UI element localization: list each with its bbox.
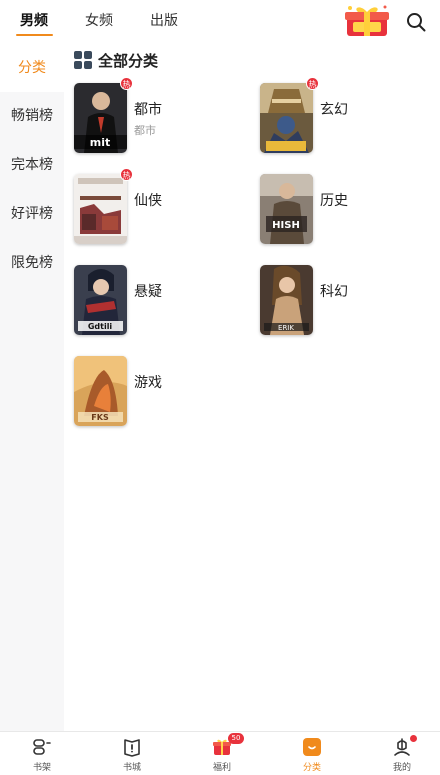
grid-icon [74,51,92,69]
svg-text:FKS: FKS [91,413,109,422]
book-cover: HISH [260,174,313,244]
gift-box-icon[interactable] [344,4,390,38]
category-card-urban[interactable]: mit 热 都市 都市 [74,77,254,155]
book-cover [74,174,127,244]
sidebar-item-category[interactable]: 分类 [0,44,64,92]
sidebar-item-free[interactable]: 限免榜 [0,239,64,287]
category-card-game[interactable]: FKS 游戏 [74,356,254,428]
category-name: 都市 [134,102,162,118]
book-cover: mit [74,83,127,153]
nav-label: 福利 [212,763,231,773]
rank-sidebar: 分类 畅销榜 完本榜 好评榜 限免榜 [0,44,64,731]
welfare-count-badge: 50 [228,733,244,744]
tab-female[interactable]: 女频 [85,10,113,30]
bottom-nav: 书架 书城 50 福利 分类 我的 [0,731,440,775]
nav-profile[interactable]: 我的 [372,732,432,775]
sidebar-item-completed[interactable]: 完本榜 [0,141,64,189]
profile-icon [394,738,410,756]
search-icon[interactable] [406,12,426,32]
category-name: 仙侠 [134,193,162,209]
category-card-scifi[interactable]: ERIK 科幻 [260,265,440,337]
category-name: 玄幻 [320,102,348,118]
sidebar-item-top-rated[interactable]: 好评榜 [0,190,64,238]
book-cover [260,83,313,153]
category-name: 历史 [320,193,348,209]
top-bar: 男频 女频 出版 [0,0,440,44]
tab-publish[interactable]: 出版 [150,10,178,30]
svg-text:mit: mit [90,136,111,149]
nav-welfare[interactable]: 50 福利 [192,732,252,775]
sidebar-item-bestseller[interactable]: 畅销榜 [0,92,64,140]
category-name: 悬疑 [134,284,162,300]
book-cover: FKS [74,356,127,426]
svg-text:ERIK: ERIK [278,324,294,332]
nav-bookstore[interactable]: 书城 [102,732,162,775]
svg-text:Gdtili: Gdtili [88,322,113,331]
svg-text:HISH: HISH [272,220,300,231]
nav-label: 书架 [32,763,51,773]
nav-label: 书城 [122,763,141,773]
nav-label: 分类 [302,763,321,773]
category-name: 游戏 [134,375,162,391]
active-tab-underline [16,34,53,36]
bookstore-icon [124,739,140,757]
nav-label: 我的 [392,763,411,773]
category-card-history[interactable]: HISH 历史 [260,174,440,246]
tab-male[interactable]: 男频 [20,10,48,30]
notification-dot [410,735,417,742]
bookshelf-icon [33,739,51,755]
category-name: 科幻 [320,284,348,300]
category-icon [303,738,321,756]
book-cover: ERIK [260,265,313,335]
hot-badge: 热 [306,77,319,90]
section-title: 全部分类 [98,51,159,70]
nav-category[interactable]: 分类 [282,732,342,775]
hot-badge: 热 [120,168,133,181]
hot-badge: 热 [120,77,133,90]
category-card-fantasy[interactable]: 热 玄幻 [260,77,440,155]
category-card-xianxia[interactable]: 热 仙侠 [74,168,254,246]
category-card-mystery[interactable]: Gdtili 悬疑 [74,265,254,337]
category-subtitle: 都市 [134,124,156,137]
section-header: 全部分类 [74,48,158,72]
nav-bookshelf[interactable]: 书架 [12,732,72,775]
book-cover: Gdtili [74,265,127,335]
